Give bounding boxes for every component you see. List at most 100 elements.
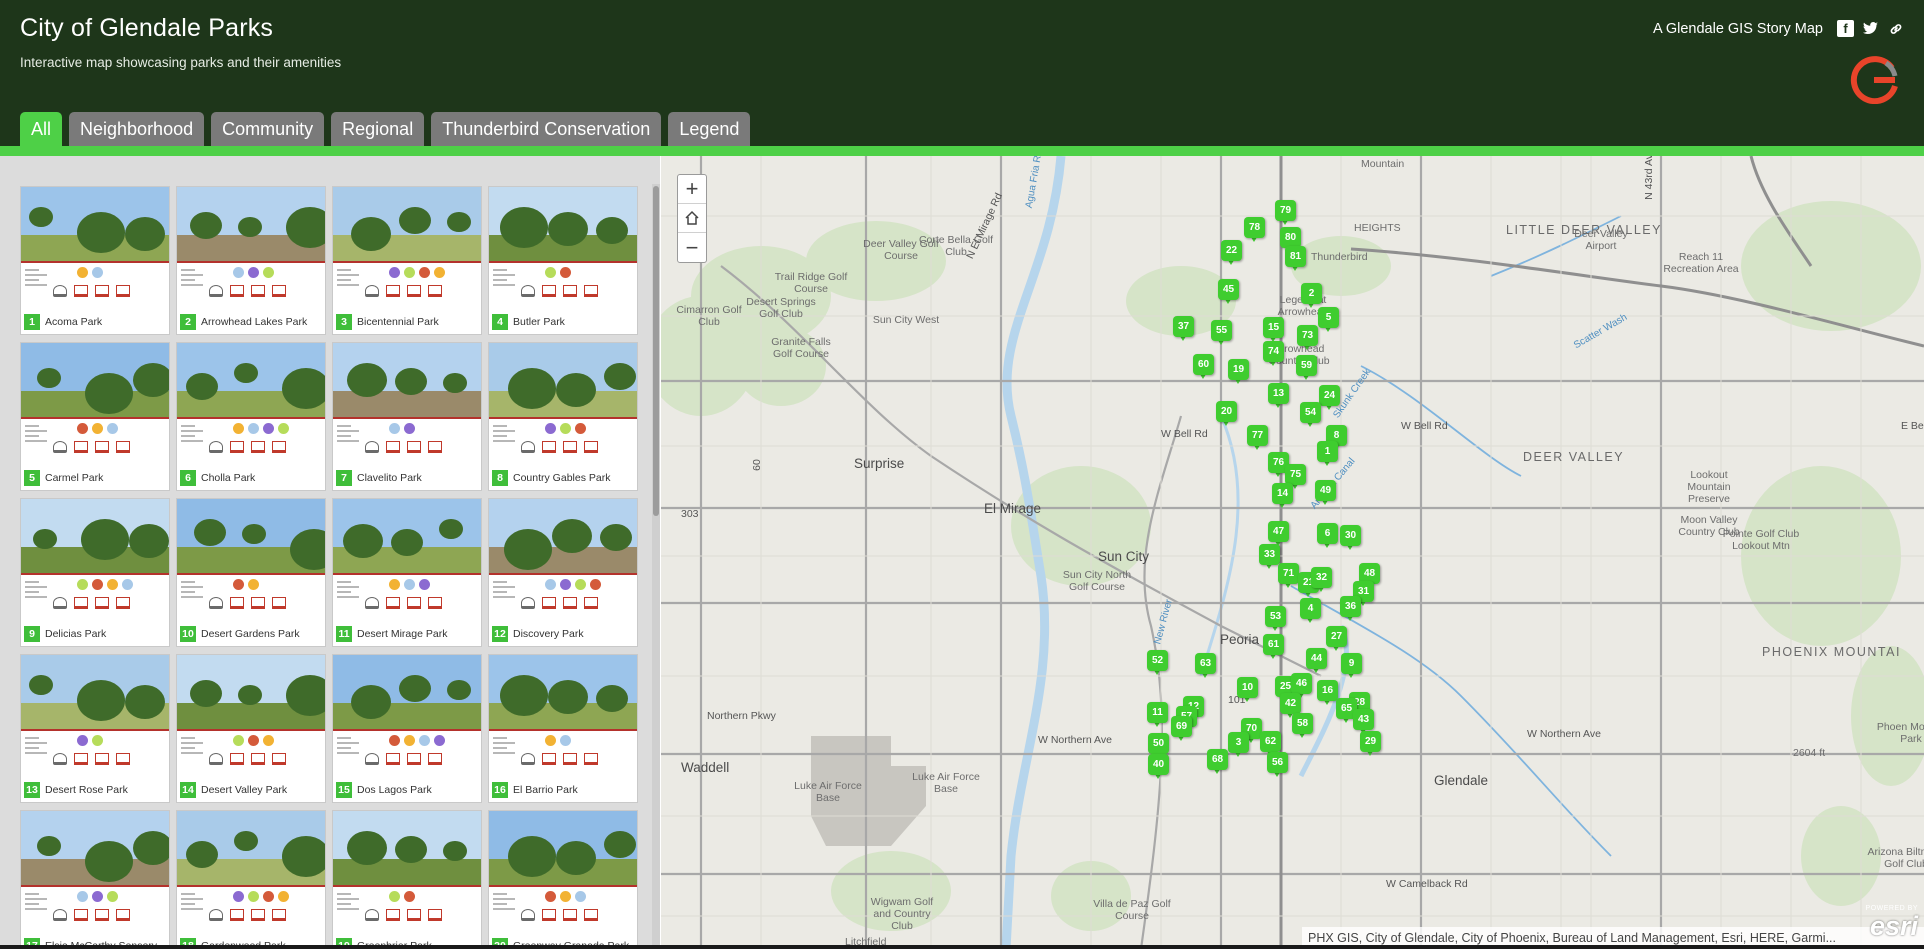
park-card[interactable]: 20Greenway Granada Park (488, 810, 638, 949)
amenity-icons (21, 263, 169, 309)
park-card[interactable]: 3 Bicentennial Park (332, 186, 482, 335)
marker-number: 6 (1317, 523, 1338, 544)
amenity-icons (21, 419, 169, 465)
park-card[interactable]: 6 Cholla Park (176, 342, 326, 491)
park-marker[interactable]: 69 (1171, 716, 1193, 744)
park-card[interactable]: 18Gardenwood Park (176, 810, 326, 949)
park-marker[interactable]: 54 (1300, 402, 1322, 430)
tab-legend[interactable]: Legend (668, 112, 751, 146)
park-marker[interactable]: 49 (1315, 480, 1337, 508)
amenity-icons (177, 887, 325, 933)
park-card[interactable]: 19Greenbriar Park (332, 810, 482, 949)
park-marker[interactable]: 30 (1340, 525, 1362, 553)
park-marker[interactable]: 4 (1300, 598, 1322, 626)
park-marker[interactable]: 68 (1207, 749, 1229, 777)
twitter-icon[interactable] (1862, 20, 1879, 37)
zoom-out-button[interactable]: − (678, 233, 706, 262)
park-marker[interactable]: 36 (1340, 596, 1362, 624)
park-marker[interactable]: 52 (1147, 650, 1169, 678)
park-marker[interactable]: 53 (1265, 606, 1287, 634)
park-card[interactable]: 8 Country Gables Park (488, 342, 638, 491)
park-marker[interactable]: 14 (1272, 483, 1294, 511)
park-marker[interactable]: 59 (1296, 355, 1318, 383)
park-marker[interactable]: 71 (1278, 563, 1300, 591)
park-marker[interactable]: 19 (1228, 359, 1250, 387)
park-marker[interactable]: 9 (1341, 653, 1363, 681)
park-marker[interactable]: 55 (1211, 320, 1233, 348)
park-marker[interactable]: 27 (1326, 626, 1348, 654)
link-icon[interactable] (1887, 20, 1904, 37)
park-card[interactable]: 15 Dos Lagos Park (332, 654, 482, 803)
park-card[interactable]: 2 Arrowhead Lakes Park (176, 186, 326, 335)
tab-regional[interactable]: Regional (331, 112, 425, 146)
park-card-footer: 14 Desert Valley Park (177, 777, 325, 802)
park-number-badge: 7 (336, 470, 352, 486)
park-map[interactable]: Mountain Deer Valley Golf Course Corte Bel… (661, 156, 1924, 949)
park-card[interactable]: 16 El Barrio Park (488, 654, 638, 803)
park-marker[interactable]: 73 (1297, 325, 1319, 353)
park-marker[interactable]: 74 (1263, 341, 1285, 369)
facebook-icon[interactable]: f (1837, 20, 1854, 37)
map-label: Arizona Biltmore Golf Club (1867, 846, 1924, 870)
park-marker[interactable]: 37 (1173, 316, 1195, 344)
park-marker[interactable]: 6 (1317, 523, 1339, 551)
park-marker[interactable]: 77 (1247, 425, 1269, 453)
park-card[interactable]: 7 Clavelito Park (332, 342, 482, 491)
park-marker[interactable]: 45 (1218, 279, 1240, 307)
park-marker[interactable]: 20 (1216, 401, 1238, 429)
park-photo (21, 655, 169, 731)
park-marker[interactable]: 78 (1244, 217, 1266, 245)
park-card[interactable]: 1 Acoma Park (20, 186, 170, 335)
marker-number: 69 (1171, 716, 1192, 737)
amenity-icons (333, 575, 481, 621)
scrollbar-thumb[interactable] (653, 186, 659, 516)
park-card[interactable]: 4 Butler Park (488, 186, 638, 335)
park-marker[interactable]: 79 (1275, 200, 1297, 228)
park-card[interactable]: 11 Desert Mirage Park (332, 498, 482, 647)
marker-number: 78 (1244, 217, 1265, 238)
amenity-icons (177, 575, 325, 621)
park-marker[interactable]: 81 (1285, 246, 1307, 274)
tab-community[interactable]: Community (211, 112, 325, 146)
park-card-footer: 16 El Barrio Park (489, 777, 637, 802)
park-card-grid: 1 Acoma Park 2 Arrowhead Lakes Park 3 Bicente… (20, 186, 640, 949)
park-card[interactable]: 5 Carmel Park (20, 342, 170, 491)
amenity-icons (489, 263, 637, 309)
park-marker[interactable]: 1 (1317, 441, 1339, 469)
park-marker[interactable]: 58 (1292, 713, 1314, 741)
park-marker[interactable]: 63 (1195, 653, 1217, 681)
park-photo (489, 187, 637, 263)
tab-thunderbird-conservation[interactable]: Thunderbird Conservation (431, 112, 662, 146)
esri-logo[interactable]: POWERED BY esri (1852, 905, 1918, 943)
park-card[interactable]: 14 Desert Valley Park (176, 654, 326, 803)
park-card[interactable]: 10 Desert Gardens Park (176, 498, 326, 647)
park-marker[interactable]: 11 (1147, 702, 1169, 730)
park-marker[interactable]: 22 (1221, 240, 1243, 268)
park-list-panel[interactable]: 1 Acoma Park 2 Arrowhead Lakes Park 3 Bicente… (0, 156, 660, 949)
park-marker[interactable]: 13 (1268, 383, 1290, 411)
park-marker[interactable]: 10 (1237, 677, 1259, 705)
map-label: Peoria (1220, 632, 1260, 647)
park-marker[interactable]: 32 (1311, 567, 1333, 595)
park-card-footer: 4 Butler Park (489, 309, 637, 334)
park-marker[interactable]: 3 (1228, 732, 1250, 760)
park-marker[interactable]: 29 (1360, 731, 1382, 759)
park-marker[interactable]: 24 (1319, 385, 1341, 413)
park-card[interactable]: 13 Desert Rose Park (20, 654, 170, 803)
park-card[interactable]: 12 Discovery Park (488, 498, 638, 647)
park-marker[interactable]: 44 (1306, 648, 1328, 676)
park-marker[interactable]: 40 (1148, 754, 1170, 782)
park-card[interactable]: 17Elsie McCarthy Sensory (20, 810, 170, 949)
marker-number: 55 (1211, 320, 1232, 341)
park-card[interactable]: 9 Delicias Park (20, 498, 170, 647)
tab-neighborhood[interactable]: Neighborhood (69, 112, 205, 146)
park-marker[interactable]: 61 (1263, 634, 1285, 662)
map-label: W Northern Ave (1038, 734, 1112, 746)
park-marker[interactable]: 60 (1193, 354, 1215, 382)
story-map-link[interactable]: A Glendale GIS Story Map (1653, 21, 1823, 37)
home-button[interactable] (678, 204, 706, 233)
zoom-in-button[interactable]: + (678, 175, 706, 204)
tab-all[interactable]: All (20, 112, 63, 146)
park-marker[interactable]: 56 (1267, 752, 1289, 780)
park-marker[interactable]: 5 (1318, 307, 1340, 335)
